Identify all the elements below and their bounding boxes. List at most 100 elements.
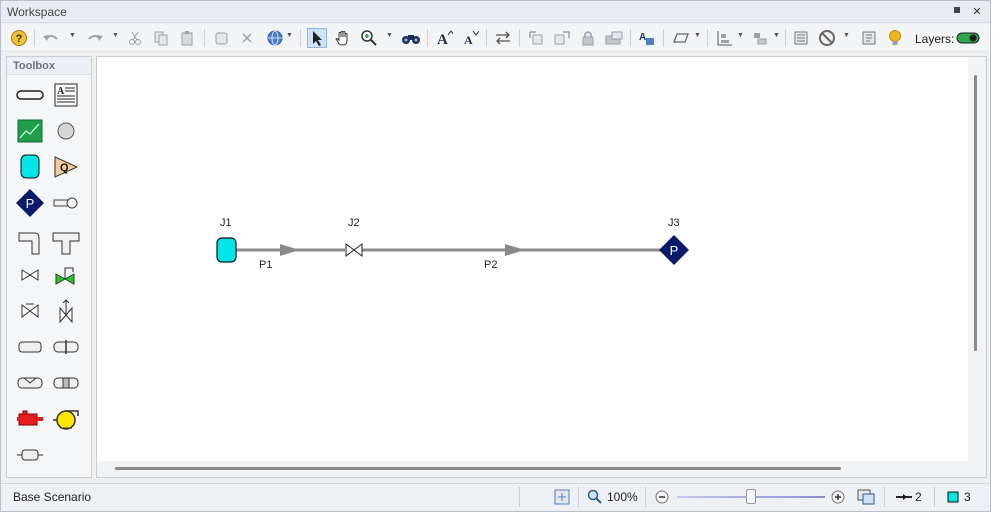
shape-button[interactable] [671, 28, 691, 48]
vertical-scrollbar-thumb[interactable] [974, 75, 977, 351]
tips-button[interactable] [885, 28, 905, 48]
duplicate-button[interactable] [211, 28, 231, 48]
select-button[interactable] [307, 28, 327, 48]
strainer-tool-icon [53, 377, 79, 389]
zoom-to-fit-button[interactable] [552, 487, 572, 507]
toolbox-filter[interactable] [15, 369, 45, 397]
pan-button[interactable] [333, 28, 353, 48]
toolbar-separator [300, 29, 301, 47]
toolbox-annotation[interactable]: A [51, 81, 81, 109]
toolbox-reservoir[interactable] [15, 153, 45, 181]
fit-to-window-icon [554, 489, 570, 505]
view-button[interactable] [859, 28, 879, 48]
annotate-button[interactable]: A [637, 28, 657, 48]
close-button[interactable]: ✕ [969, 4, 985, 20]
status-separator [578, 487, 579, 507]
undo-icon [43, 35, 58, 41]
zoom-icon [361, 30, 377, 46]
zoom-dropdown-icon[interactable]: ▼ [386, 32, 394, 42]
toolbox-flow-control[interactable]: Q [51, 153, 81, 181]
align-button[interactable] [527, 28, 547, 48]
zoom-in-button[interactable] [828, 487, 848, 507]
toolbox-assigned-pressure[interactable]: P [15, 189, 45, 217]
junction-count-icon-wrap [943, 487, 963, 507]
annotation-tool-icon: A [54, 83, 78, 107]
zoom-out-button[interactable] [652, 487, 672, 507]
lock-button[interactable] [578, 28, 598, 48]
zoom-slider-thumb[interactable] [746, 489, 756, 504]
pan-hand-icon [335, 31, 348, 46]
junction-J1 [216, 237, 237, 263]
toolbox-bend[interactable] [15, 229, 45, 257]
disable-dropdown-icon[interactable]: ▼ [843, 32, 851, 42]
toolbar-separator [204, 29, 205, 47]
copy-button[interactable] [151, 28, 171, 48]
toolbox-junction[interactable] [51, 117, 81, 145]
delete-button[interactable] [237, 28, 257, 48]
toolbox-valve[interactable] [15, 261, 45, 289]
hide-button[interactable] [604, 28, 624, 48]
bend-tool-icon [18, 232, 40, 255]
cut-icon [129, 31, 141, 45]
toolbox-volume-balance[interactable] [15, 441, 45, 469]
font-smaller-button[interactable]: A [460, 28, 480, 48]
workspace-canvas[interactable]: P J1 J2 J3 P1 P2 [96, 56, 987, 478]
horizontal-scrollbar-thumb[interactable] [115, 467, 841, 470]
toolbox-check-valve[interactable] [15, 297, 45, 325]
redo-dropdown-icon[interactable]: ▼ [112, 32, 120, 42]
properties-icon [794, 31, 808, 45]
toolbox-compressor[interactable] [15, 405, 45, 433]
pipe-count: 2 [915, 490, 922, 504]
overview-button[interactable] [856, 487, 876, 507]
globe-button[interactable] [265, 28, 285, 48]
distribute-dropdown-icon[interactable]: ▼ [773, 32, 781, 42]
reverse-button[interactable] [493, 28, 513, 48]
toolbox-graph[interactable] [15, 117, 45, 145]
vertical-scrollbar-track[interactable] [968, 57, 986, 461]
view-icon [862, 31, 876, 45]
reservoir-tool-icon [20, 154, 40, 179]
pump-tool-icon [53, 410, 79, 430]
pipe-label-P2: P2 [484, 259, 498, 271]
redo-button[interactable] [85, 28, 105, 48]
zoom-status-button[interactable] [585, 487, 605, 507]
paste-button[interactable] [177, 28, 197, 48]
arrange-button[interactable] [714, 28, 734, 48]
toolbar: ? ▼ ▼ ▼ ▼ A A A ▼ ▼ ▼ ▼ Layers: [1, 24, 990, 52]
pin-button[interactable] [949, 4, 965, 20]
help-button[interactable]: ? [9, 28, 29, 48]
layers-toggle[interactable] [956, 28, 980, 48]
toolbox-control-valve[interactable] [51, 261, 81, 289]
shape-dropdown-icon[interactable]: ▼ [694, 32, 702, 42]
toolbox-tee[interactable] [51, 229, 81, 257]
junction-tool-icon [57, 122, 75, 140]
properties-button[interactable] [791, 28, 811, 48]
status-separator [934, 487, 935, 507]
toolbox-heat-exchanger[interactable] [15, 333, 45, 361]
toolbox-orifice[interactable] [51, 333, 81, 361]
pipe-count-icon-wrap [894, 487, 914, 507]
cut-button[interactable] [125, 28, 145, 48]
globe-dropdown-icon[interactable]: ▼ [286, 32, 294, 42]
undo-dropdown-icon[interactable]: ▼ [69, 32, 77, 42]
toolbox-strainer[interactable] [51, 369, 81, 397]
undo-button[interactable] [41, 28, 61, 48]
zoom-button[interactable] [359, 28, 379, 48]
junction-J2 [345, 243, 363, 257]
distribute-button[interactable] [751, 28, 771, 48]
relief-valve-tool-icon [59, 299, 73, 324]
model-diagram: P [216, 235, 689, 265]
toolbox-pipe[interactable] [15, 81, 45, 109]
toolbox-pump[interactable] [51, 405, 81, 433]
zoom-percent: 100% [607, 490, 638, 504]
disable-button[interactable] [817, 28, 837, 48]
arrange-dropdown-icon[interactable]: ▼ [737, 32, 745, 42]
toolbox-spray[interactable] [51, 189, 81, 217]
font-larger-button[interactable]: A [434, 28, 454, 48]
overview-icon [857, 489, 875, 505]
toolbox-relief-valve[interactable] [51, 297, 81, 325]
junction-count: 3 [964, 490, 971, 504]
find-button[interactable] [401, 28, 421, 48]
duplicate-icon [215, 32, 228, 45]
group-button[interactable] [552, 28, 572, 48]
